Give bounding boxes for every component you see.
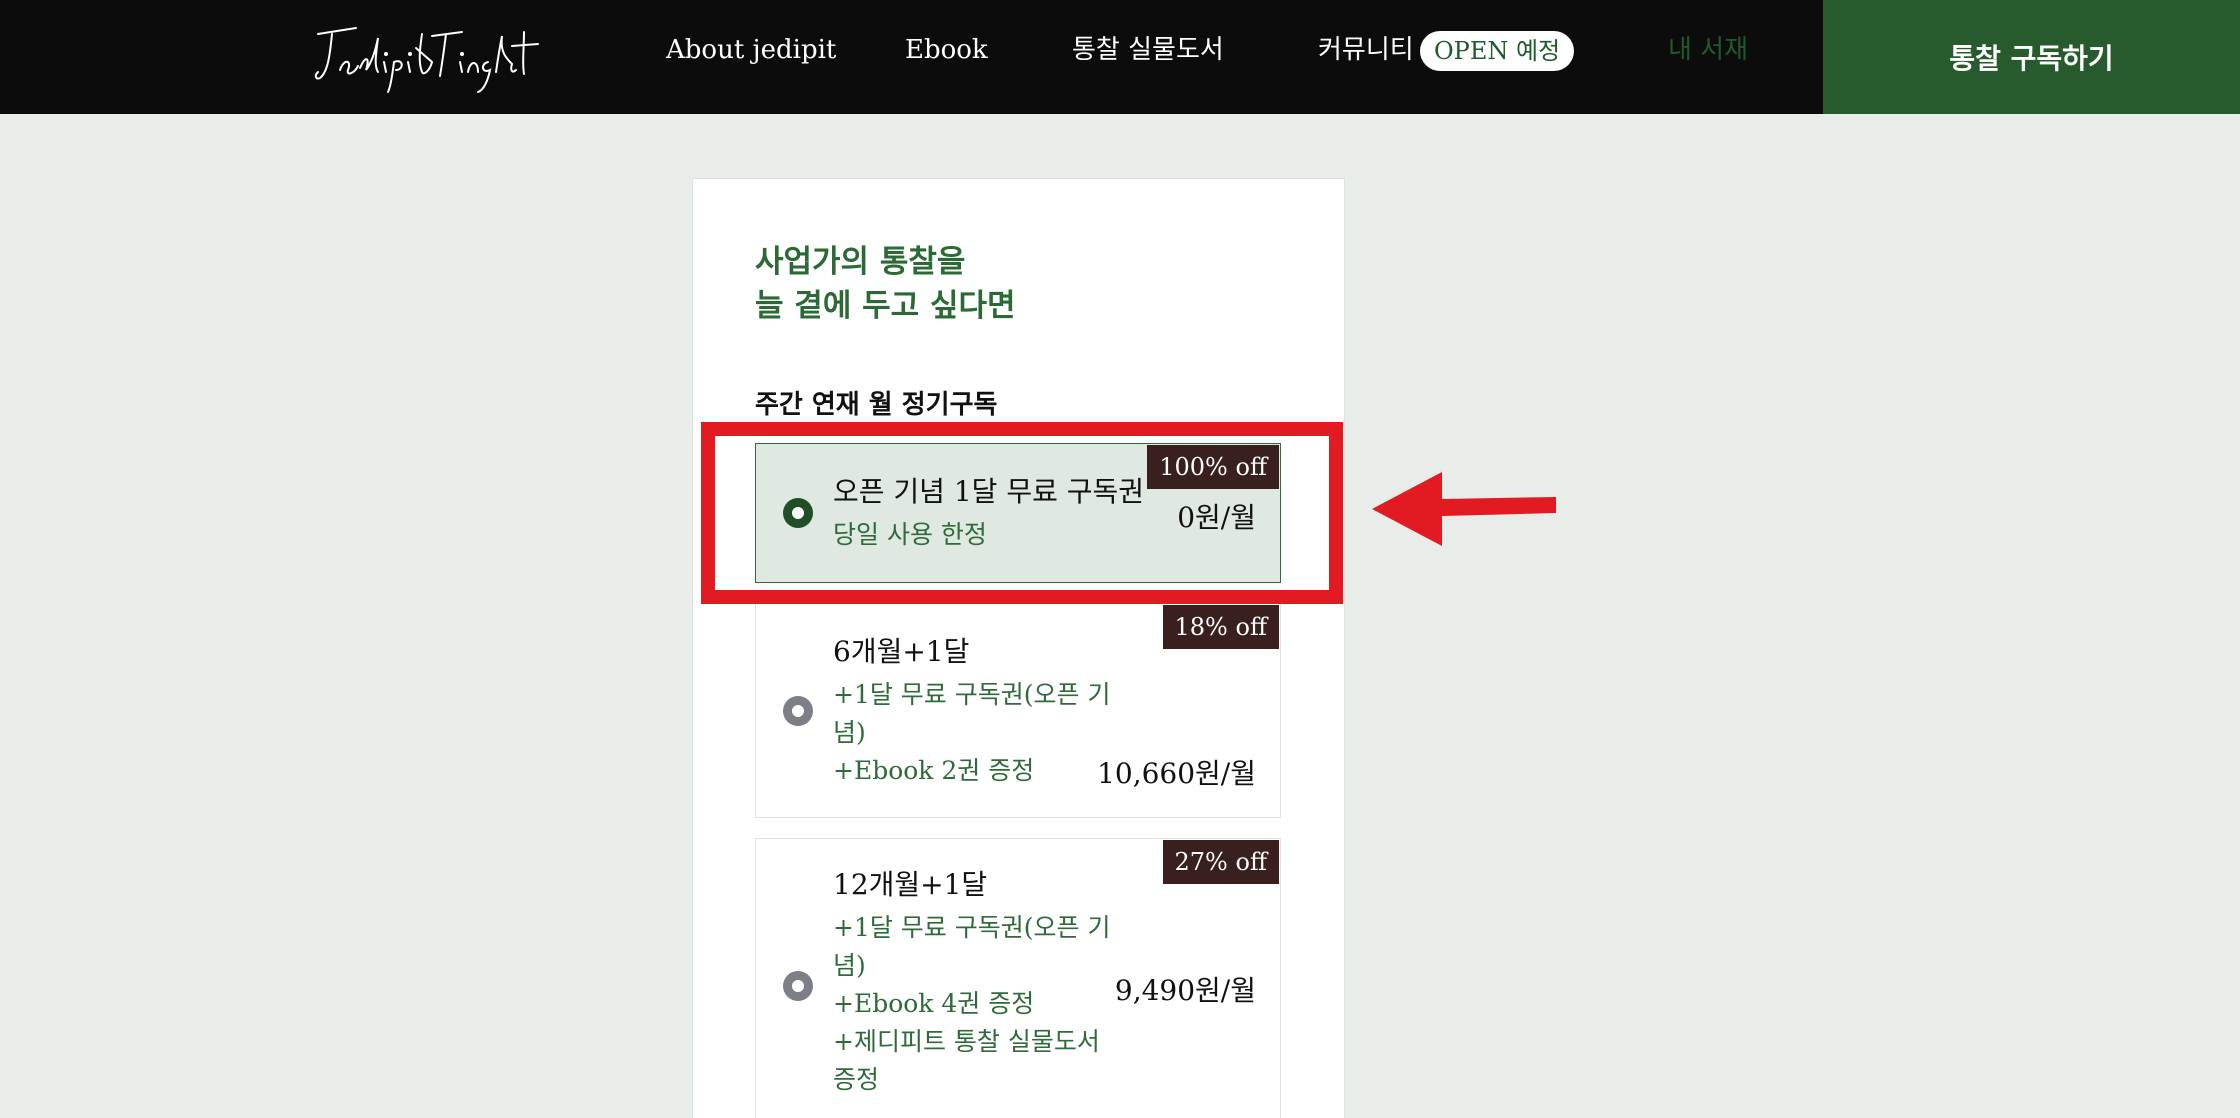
plan-option-12-months[interactable]: 27% off 12개월+1달 +1달 무료 구독권(오픈 기념) +Ebook… — [755, 838, 1281, 1118]
plan-price: 10,660원/월 — [1097, 757, 1256, 790]
plan-benefit: +Ebook 4권 증정 — [833, 989, 1035, 1018]
logo-signature-icon — [314, 27, 539, 93]
nav-community[interactable]: 커뮤니티 — [1318, 30, 1414, 70]
community-open-badge: OPEN 예정 — [1420, 31, 1575, 71]
plan-title: 6개월+1달 — [833, 635, 970, 668]
plan-benefit: +1달 무료 구독권(오픈 기념) — [833, 680, 1111, 747]
annotation-highlight-box — [701, 422, 1343, 604]
nav-about-jedipit[interactable]: About jedipit — [666, 30, 836, 70]
plan-price: 9,490원/월 — [1114, 974, 1256, 1007]
headline-line-2: 늘 곁에 두고 싶다면 — [755, 288, 1016, 324]
nav-physical-book[interactable]: 통찰 실물도서 — [1072, 30, 1224, 70]
plan-title: 12개월+1달 — [833, 868, 988, 901]
top-navigation-bar: Jedipit Insight About jedipit Ebook 통찰 실… — [0, 0, 2240, 114]
headline-line-1: 사업가의 통찰을 — [755, 244, 966, 280]
plan-benefit: +1달 무료 구독권(오픈 기념) — [833, 913, 1111, 980]
annotation-arrow-icon — [1372, 472, 1556, 546]
plan-section-label: 주간 연재 월 정기구독 — [755, 390, 998, 420]
site-logo[interactable]: Jedipit Insight — [312, 18, 548, 98]
discount-badge: 27% off — [1162, 840, 1279, 884]
card-headline: 사업가의 통찰을 늘 곁에 두고 싶다면 — [755, 240, 1016, 328]
radio-unselected-icon[interactable] — [783, 696, 813, 726]
plan-option-6-months[interactable]: 18% off 6개월+1달 +1달 무료 구독권(오픈 기념) +Ebook … — [755, 603, 1281, 818]
plan-benefit: +Ebook 2권 증정 — [833, 756, 1035, 785]
nav-ebook[interactable]: Ebook — [905, 30, 988, 70]
radio-unselected-icon[interactable] — [783, 971, 813, 1001]
plan-benefit: +제디피트 통찰 실물도서 증정 — [833, 1027, 1100, 1094]
discount-badge: 18% off — [1162, 605, 1279, 649]
subscribe-button[interactable]: 통찰 구독하기 — [1823, 0, 2240, 114]
nav-my-library[interactable]: 내 서재 — [1668, 30, 1748, 70]
